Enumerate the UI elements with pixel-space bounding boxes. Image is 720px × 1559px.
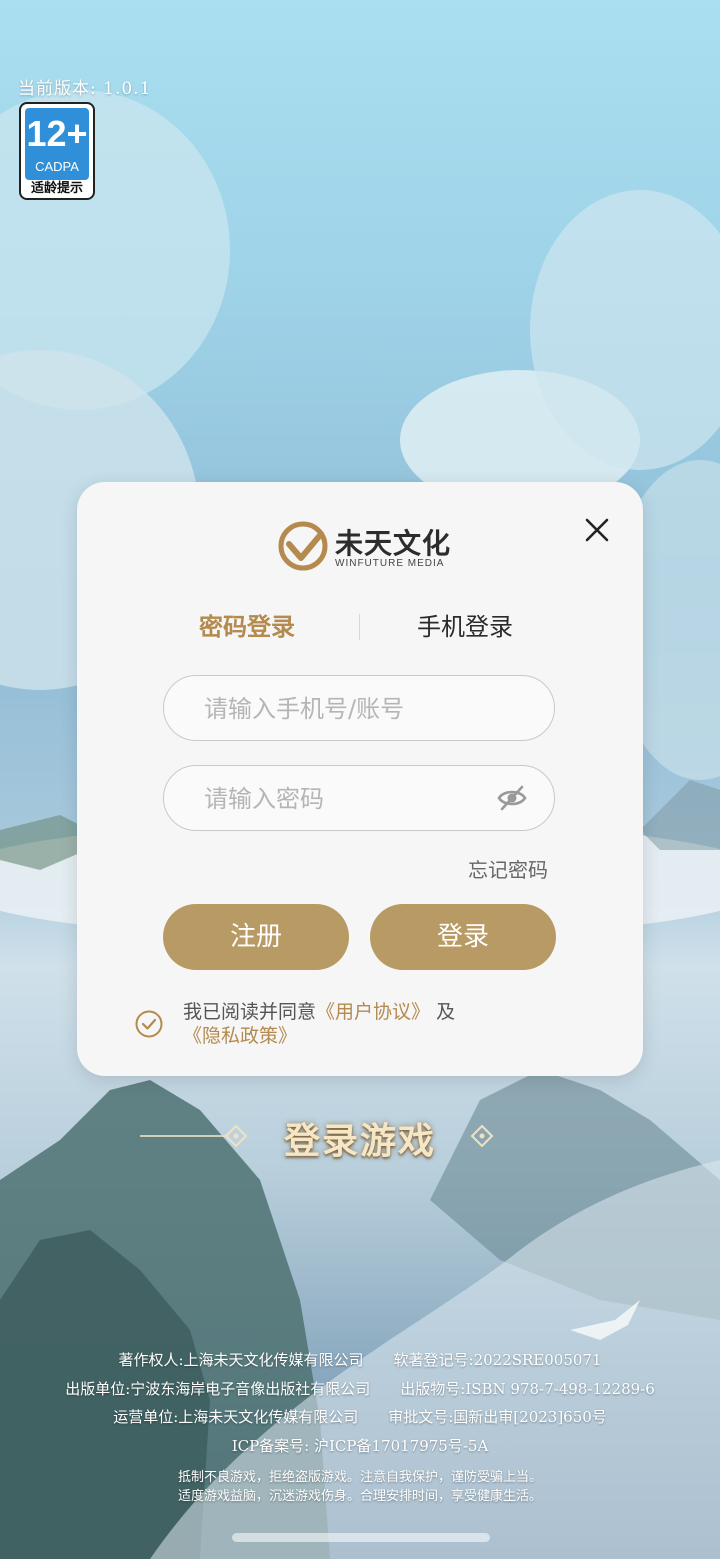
brand-logo: 未天文化 WINFUTURE MEDIA <box>277 518 450 576</box>
agreement-text: 我已阅读并同意《用户协议》 及《隐私政策》 <box>183 1000 563 1048</box>
age-rating-box: 12+ CADPA <box>25 108 89 180</box>
eye-off-icon[interactable] <box>496 784 528 812</box>
brand-name-en: WINFUTURE MEDIA <box>335 558 445 569</box>
legal-line: 出版单位:宁波东海岸电子音像出版社有限公司 出版物号:ISBN 978-7-49… <box>65 1380 655 1398</box>
privacy-policy-link[interactable]: 《隐私政策》 <box>183 1025 297 1047</box>
tab-phone-login[interactable]: 手机登录 <box>417 608 513 646</box>
legal-line: 运营单位:上海未天文化传媒有限公司 审批文号:国新出审[2023]650号 <box>113 1408 607 1426</box>
brand-logo-icon <box>278 521 328 571</box>
password-field[interactable] <box>163 765 555 831</box>
login-button[interactable]: 登录 <box>370 904 556 970</box>
game-title-banner: 登录游戏 <box>0 1112 720 1162</box>
agreement-checkbox[interactable] <box>135 1010 163 1038</box>
health-notice-line: 抵制不良游戏，拒绝盗版游戏。注意自我保护，谨防受骗上当。 <box>177 1470 542 1485</box>
legal-line: ICP备案号: 沪ICP备17017975号-5A <box>231 1437 489 1455</box>
brand-name-cn: 未天文化 <box>335 527 452 560</box>
version-label: 当前版本: 1.0.1 <box>18 79 152 99</box>
user-agreement-link[interactable]: 《用户协议》 <box>316 1001 430 1023</box>
agreement-and: 及 <box>436 1001 456 1023</box>
age-rating-org: CADPA <box>35 159 79 174</box>
login-dialog: 未天文化 WINFUTURE MEDIA 密码登录 手机登录 忘记密码 注册 登… <box>77 482 643 1076</box>
agreement-prefix: 我已阅读并同意 <box>183 1001 317 1023</box>
forgot-password-link[interactable]: 忘记密码 <box>468 854 548 883</box>
game-title-text: 登录游戏 <box>283 1120 436 1162</box>
tab-divider <box>359 614 360 640</box>
account-input[interactable] <box>202 676 486 741</box>
age-rating-badge[interactable]: 12+ CADPA 适龄提示 <box>19 102 95 200</box>
tab-password-login[interactable]: 密码登录 <box>199 608 295 646</box>
legal-line: 著作权人:上海未天文化传媒有限公司 软著登记号:2022SRE005071 <box>118 1351 602 1369</box>
register-button[interactable]: 注册 <box>163 904 349 970</box>
account-field[interactable] <box>163 675 555 741</box>
close-icon[interactable] <box>583 516 611 544</box>
age-rating-number: 12+ <box>26 113 88 154</box>
home-indicator[interactable] <box>232 1533 490 1542</box>
age-rating-label: 适龄提示 <box>30 181 83 196</box>
login-tabs: 密码登录 手机登录 <box>77 608 643 648</box>
health-notice-line: 适度游戏益脑，沉迷游戏伤身。合理安排时间，享受健康生活。 <box>177 1489 542 1504</box>
password-input[interactable] <box>202 766 486 831</box>
